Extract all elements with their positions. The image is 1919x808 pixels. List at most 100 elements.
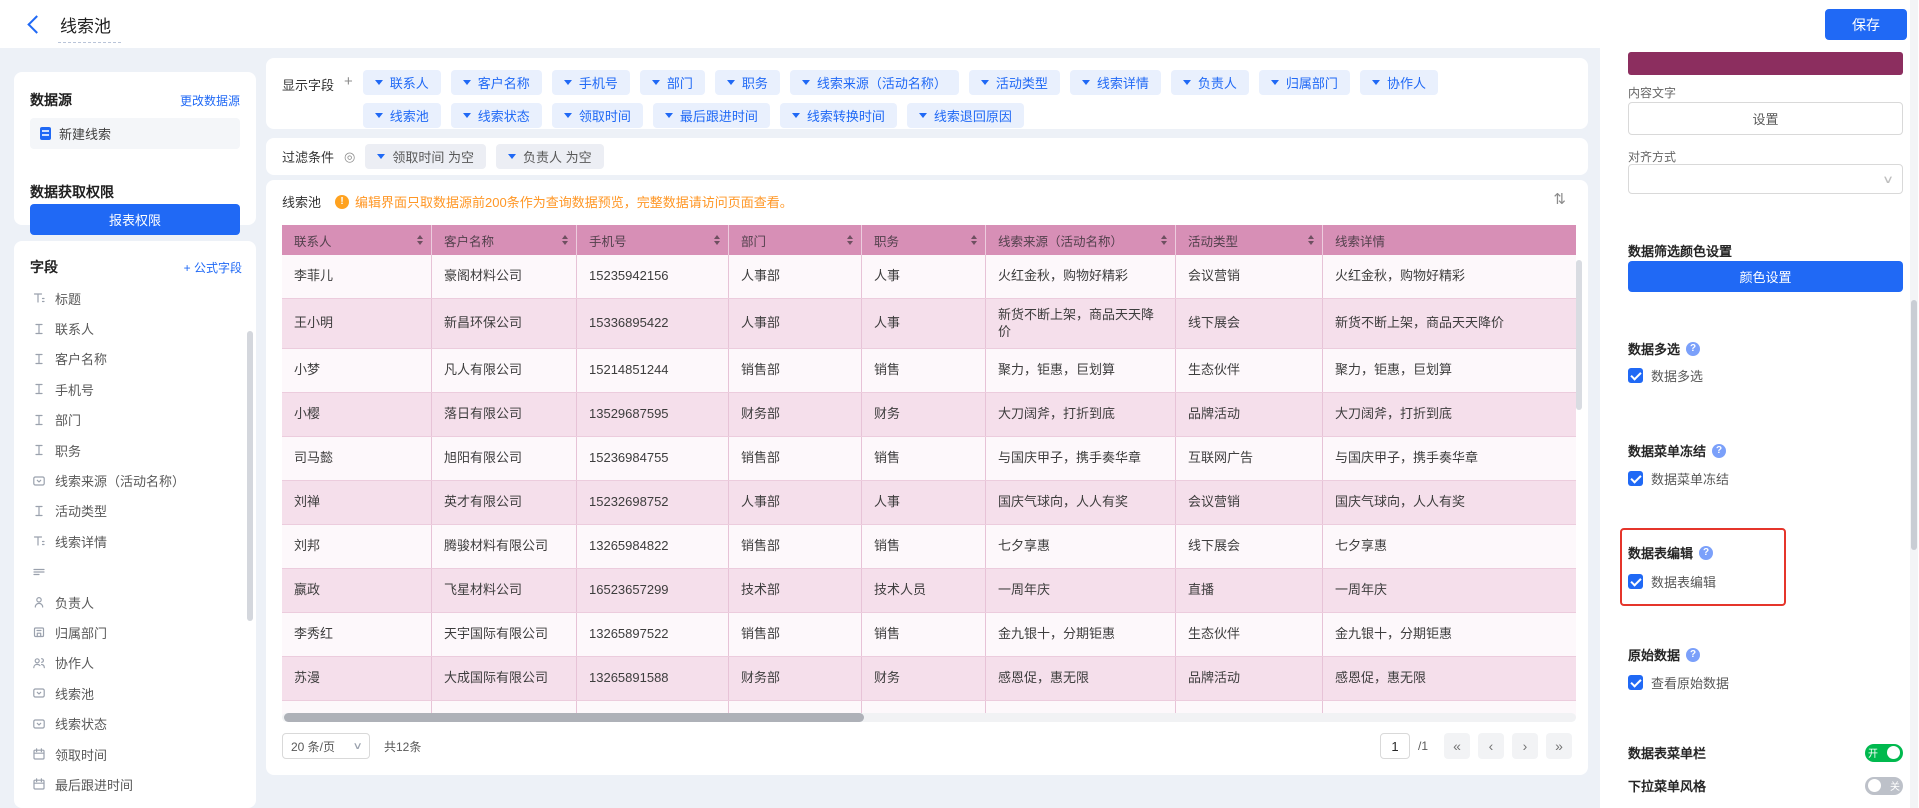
page-number-input[interactable]: 1 [1380, 733, 1410, 759]
filter-target-icon[interactable]: ◎ [344, 149, 355, 165]
display-field-chip[interactable]: 活动类型 [969, 70, 1060, 95]
field-item[interactable]: 职务 [24, 435, 238, 465]
table-cell[interactable]: 天宇国际有限公司 [432, 613, 577, 656]
table-cell[interactable]: 线下展会 [1176, 525, 1323, 568]
table-cell[interactable]: 销售部 [729, 437, 862, 480]
field-item[interactable]: 手机号 [24, 374, 238, 404]
table-cell[interactable]: 七夕享惠 [986, 525, 1176, 568]
column-header[interactable]: 联系人 [282, 225, 432, 255]
table-cell[interactable]: 苏漫 [282, 657, 432, 700]
table-cell[interactable]: 国庆气球向，人人有奖 [1323, 481, 1576, 524]
field-item[interactable]: 负责人 [24, 587, 238, 617]
table-cell[interactable]: 新货不断上架，商品天天降价 [1323, 299, 1576, 348]
column-header[interactable]: 手机号 [577, 225, 729, 255]
table-cell[interactable]: 销售 [862, 437, 986, 480]
help-icon[interactable]: ? [1686, 342, 1700, 356]
theme-color-swatch[interactable] [1628, 52, 1903, 75]
display-field-chip[interactable]: 归属部门 [1259, 70, 1350, 95]
table-cell[interactable]: 会议营销 [1176, 481, 1323, 524]
table-cell[interactable]: 销售部 [729, 349, 862, 392]
color-settings-button[interactable]: 颜色设置 [1628, 261, 1903, 292]
table-cell[interactable]: 国庆气球向，人人有奖 [986, 481, 1176, 524]
help-icon[interactable]: ? [1686, 648, 1700, 662]
display-field-chip[interactable]: 线索池 [363, 103, 441, 128]
table-cell[interactable]: 财务部 [729, 657, 862, 700]
help-icon[interactable]: ? [1699, 546, 1713, 560]
table-cell[interactable]: 一周年庆 [1323, 569, 1576, 612]
column-header[interactable]: 客户名称 [432, 225, 577, 255]
table-cell[interactable]: 人事 [862, 299, 986, 348]
align-select[interactable]: ∨ [1628, 164, 1903, 194]
field-item[interactable]: 线索池 [24, 678, 238, 708]
window-scrollbar[interactable] [1911, 300, 1917, 550]
table-cell[interactable]: 金九银十，分期钜惠 [986, 613, 1176, 656]
table-cell[interactable]: 13265897522 [577, 613, 729, 656]
table-cell[interactable]: 15235942156 [577, 255, 729, 298]
table-cell[interactable]: 刘禅 [282, 481, 432, 524]
display-field-chip[interactable]: 协作人 [1360, 70, 1438, 95]
table-cell[interactable]: 品牌活动 [1176, 393, 1323, 436]
table-cell[interactable]: 与国庆甲子，携手奏华章 [1323, 437, 1576, 480]
table-cell[interactable]: 一周年庆 [986, 569, 1176, 612]
table-cell[interactable]: 人事 [862, 481, 986, 524]
table-cell[interactable]: 金九银十，分期钜惠 [1323, 613, 1576, 656]
table-cell[interactable]: 飞星材料公司 [432, 569, 577, 612]
display-field-chip[interactable]: 线索详情 [1070, 70, 1161, 95]
table-cell[interactable]: 大成国际有限公司 [432, 657, 577, 700]
filter-chip[interactable]: 领取时间 为空 [365, 144, 486, 169]
save-button[interactable]: 保存 [1825, 9, 1907, 40]
field-item[interactable]: 线索来源（活动名称） [24, 465, 238, 495]
field-item[interactable]: 活动类型 [24, 496, 238, 526]
table-cell[interactable]: 大刀阔斧，打折到底 [1323, 393, 1576, 436]
sort-icon[interactable] [714, 235, 720, 245]
display-field-chip[interactable]: 手机号 [552, 70, 630, 95]
table-cell[interactable]: 技术人员 [862, 569, 986, 612]
datasource-item[interactable]: 新建线索 [30, 118, 240, 149]
filter-chip[interactable]: 负责人 为空 [496, 144, 604, 169]
table-cell[interactable]: 七夕享惠 [1323, 525, 1576, 568]
multi-select-checkbox[interactable]: 数据多选 [1628, 366, 1703, 385]
table-cell[interactable]: 15236984755 [577, 437, 729, 480]
table-cell[interactable]: 会议营销 [1176, 255, 1323, 298]
display-field-chip[interactable]: 线索退回原因 [907, 103, 1024, 128]
sort-icon[interactable] [562, 235, 568, 245]
column-header[interactable]: 线索来源（活动名称） [986, 225, 1176, 255]
table-cell[interactable]: 落日有限公司 [432, 393, 577, 436]
display-field-chip[interactable]: 职务 [715, 70, 780, 95]
field-item-divider[interactable] [24, 557, 238, 587]
table-cell[interactable]: 聚力，钜惠，巨划算 [1323, 349, 1576, 392]
table-cell[interactable]: 新昌环保公司 [432, 299, 577, 348]
field-item[interactable]: 标题 [24, 283, 238, 313]
field-item[interactable]: 协作人 [24, 648, 238, 678]
back-icon[interactable] [27, 15, 45, 33]
table-cell[interactable]: 13265984822 [577, 525, 729, 568]
table-horizontal-scrollbar[interactable] [284, 713, 864, 722]
table-cell[interactable]: 销售部 [729, 613, 862, 656]
table-cell[interactable]: 人事部 [729, 255, 862, 298]
table-edit-checkbox[interactable]: 数据表编辑 [1628, 572, 1716, 591]
sort-icon[interactable] [1308, 235, 1314, 245]
table-cell[interactable]: 嬴政 [282, 569, 432, 612]
table-cell[interactable]: 15336895422 [577, 299, 729, 348]
table-cell[interactable]: 大刀阔斧，打折到底 [986, 393, 1176, 436]
table-cell[interactable]: 火红金秋，购物好精彩 [1323, 255, 1576, 298]
table-cell[interactable]: 财务 [862, 393, 986, 436]
table-cell[interactable]: 销售部 [729, 525, 862, 568]
table-cell[interactable]: 品牌活动 [1176, 657, 1323, 700]
add-formula-field-link[interactable]: + 公式字段 [184, 259, 242, 276]
table-cell[interactable]: 王小明 [282, 299, 432, 348]
table-cell[interactable]: 15214851244 [577, 349, 729, 392]
sort-icon[interactable] [847, 235, 853, 245]
table-cell[interactable]: 腾骏材料有限公司 [432, 525, 577, 568]
prev-page-button[interactable]: ‹ [1478, 733, 1504, 759]
field-item[interactable]: 线索详情 [24, 526, 238, 556]
table-cell[interactable]: 与国庆甲子，携手奏华章 [986, 437, 1176, 480]
display-field-chip[interactable]: 线索转换时间 [780, 103, 897, 128]
table-cell[interactable]: 线下展会 [1176, 299, 1323, 348]
add-field-icon[interactable]: + [344, 73, 353, 128]
table-cell[interactable]: 财务部 [729, 393, 862, 436]
field-item[interactable]: 客户名称 [24, 344, 238, 374]
table-cell[interactable]: 小樱 [282, 393, 432, 436]
table-cell[interactable]: 人事 [862, 255, 986, 298]
table-cell[interactable]: 感恩促，惠无限 [986, 657, 1176, 700]
